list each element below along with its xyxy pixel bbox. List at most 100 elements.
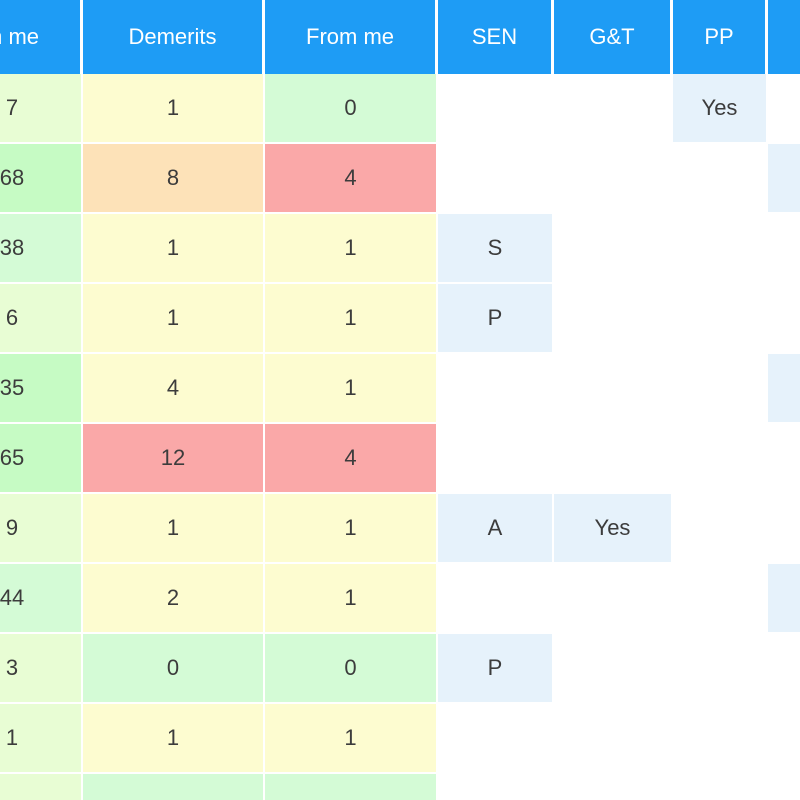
column-header-partial[interactable] [768,0,800,74]
table-cell[interactable] [768,634,800,704]
table-row[interactable]: 111 [0,704,800,774]
table-cell[interactable] [554,144,673,214]
table-row[interactable]: 9 1 1 A Yes [0,494,800,564]
table-cell[interactable]: 1 [83,704,265,774]
column-header-from-me[interactable]: From me [265,0,438,74]
table-row[interactable]: 7 1 0 Yes [0,74,800,144]
table-cell[interactable] [438,74,554,144]
table-cell[interactable]: 4 [265,144,438,214]
table-cell[interactable]: 1 [83,214,265,284]
table-cell[interactable] [554,424,673,494]
table-cell[interactable]: 2 [83,564,265,634]
table-row[interactable]: 35 4 1 [0,354,800,424]
table-cell[interactable] [768,284,800,354]
column-header-pp[interactable]: PP [673,0,768,74]
table-cell[interactable]: Yes [673,74,768,144]
table-cell[interactable]: S [438,214,554,284]
table-cell[interactable]: 65 [0,424,83,494]
table-cell[interactable]: 1 [83,74,265,144]
table-cell[interactable] [554,774,673,800]
table-cell[interactable] [673,354,768,424]
table-cell[interactable] [438,354,554,424]
table-cell[interactable] [438,144,554,214]
table-cell[interactable] [265,774,438,800]
table-cell[interactable] [83,774,265,800]
table-cell[interactable] [554,564,673,634]
table-cell[interactable] [673,424,768,494]
table-cell[interactable]: 1 [265,214,438,284]
table-cell[interactable] [0,774,83,800]
column-header-demerits[interactable]: Demerits [83,0,265,74]
table-cell[interactable]: 1 [83,284,265,354]
column-header-gt[interactable]: G&T [554,0,673,74]
table-cell[interactable]: 0 [265,74,438,144]
table-cell[interactable] [768,74,800,144]
table-cell[interactable]: 1 [265,494,438,564]
table-cell[interactable]: 1 [265,564,438,634]
table-cell[interactable]: 4 [265,424,438,494]
cell-value: 35 [0,375,25,400]
table-cell[interactable]: 0 [265,634,438,704]
table-cell[interactable] [554,284,673,354]
table-cell[interactable]: 1 [83,494,265,564]
table-cell[interactable]: 6 [0,284,83,354]
table-cell[interactable] [768,214,800,284]
table-cell[interactable] [673,774,768,800]
table-row[interactable]: 44 2 1 [0,564,800,634]
table-cell[interactable]: 1 [265,354,438,424]
table-cell[interactable]: 4 [83,354,265,424]
table-cell[interactable]: 9 [0,494,83,564]
table-cell[interactable] [673,284,768,354]
table-cell[interactable] [673,564,768,634]
table-cell[interactable] [768,564,800,634]
table-cell[interactable]: 7 [0,74,83,144]
table-cell[interactable] [438,424,554,494]
table-header-row: m me DemeritsFrom meSENG&TPP [0,0,800,74]
table-cell[interactable]: P [438,634,554,704]
table-cell[interactable]: 1 [265,284,438,354]
table-cell[interactable]: 8 [83,144,265,214]
table-cell[interactable] [768,144,800,214]
table-cell[interactable] [554,214,673,284]
table-cell[interactable] [673,634,768,704]
table-cell[interactable] [554,634,673,704]
table-cell[interactable]: 35 [0,354,83,424]
table-cell[interactable]: 3 [0,634,83,704]
table-cell[interactable] [438,704,554,774]
table-row[interactable] [0,774,800,800]
table-cell[interactable] [438,564,554,634]
table-cell[interactable]: 68 [0,144,83,214]
table-cell[interactable] [768,704,800,774]
table-cell[interactable] [673,144,768,214]
table-cell[interactable] [554,704,673,774]
cell-value: 68 [0,165,25,190]
table-cell[interactable]: Yes [554,494,673,564]
table-cell[interactable] [554,354,673,424]
table-cell[interactable] [673,214,768,284]
table-row[interactable]: 611P [0,284,800,354]
table-row[interactable]: 65 12 4 [0,424,800,494]
cell-value: 1 [5,725,19,750]
table-row[interactable]: 300P [0,634,800,704]
table-cell[interactable] [768,774,800,800]
table-cell[interactable]: 38 [0,214,83,284]
table-cell[interactable] [768,494,800,564]
table-row[interactable]: 68 8 4 [0,144,800,214]
table-cell[interactable] [554,74,673,144]
table-cell[interactable]: P [438,284,554,354]
column-header-sen[interactable]: SEN [438,0,554,74]
table-row[interactable]: 38 1 1 S [0,214,800,284]
table-cell[interactable]: 0 [83,634,265,704]
table-cell[interactable] [673,704,768,774]
table-cell[interactable]: 44 [0,564,83,634]
table-cell[interactable]: 1 [265,704,438,774]
table-cell[interactable] [673,494,768,564]
data-table-grid[interactable]: m meDemeritsFrom meSENG&TPP 710Yes688438… [0,0,800,800]
table-cell[interactable]: 12 [83,424,265,494]
column-header-to-me[interactable]: m me [0,0,83,74]
table-cell[interactable]: A [438,494,554,564]
table-cell[interactable] [768,424,800,494]
table-cell[interactable] [438,774,554,800]
table-cell[interactable]: 1 [0,704,83,774]
table-cell[interactable] [768,354,800,424]
